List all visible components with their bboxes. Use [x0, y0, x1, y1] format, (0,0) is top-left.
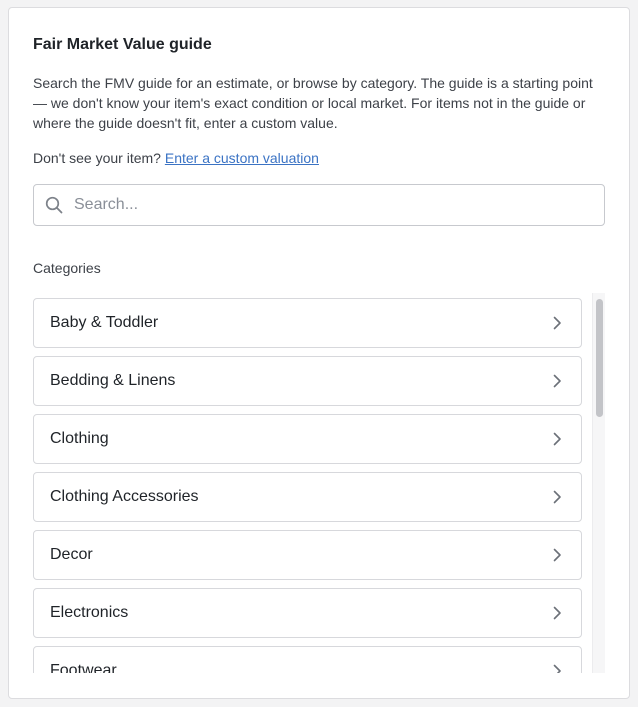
search-icon [34, 185, 74, 225]
chevron-right-icon [549, 489, 565, 505]
category-label: Baby & Toddler [50, 314, 159, 331]
categories-heading: Categories [33, 260, 101, 276]
search-box[interactable] [33, 184, 605, 226]
category-label: Footwear [50, 662, 117, 673]
category-label: Electronics [50, 604, 129, 621]
category-item-baby-toddler[interactable]: Baby & Toddler [33, 298, 582, 348]
enter-custom-valuation-link[interactable]: Enter a custom valuation [165, 150, 319, 166]
category-item-clothing-accessories[interactable]: Clothing Accessories [33, 472, 582, 522]
custom-prompt: Don't see your item? [33, 150, 161, 166]
scrollbar-thumb[interactable] [596, 299, 603, 417]
custom-valuation-line: Don't see your item? Enter a custom valu… [33, 150, 319, 166]
chevron-right-icon [549, 605, 565, 621]
category-list-items: Baby & Toddler Bedding & Linens Clothing… [33, 298, 582, 673]
chevron-right-icon [549, 547, 565, 563]
category-item-electronics[interactable]: Electronics [33, 588, 582, 638]
category-label: Clothing [50, 430, 109, 447]
page-title: Fair Market Value guide [33, 36, 212, 53]
guide-description: Search the FMV guide for an estimate, or… [33, 75, 593, 131]
category-label: Decor [50, 546, 93, 563]
category-item-footwear[interactable]: Footwear [33, 646, 582, 673]
category-item-decor[interactable]: Decor [33, 530, 582, 580]
category-item-clothing[interactable]: Clothing [33, 414, 582, 464]
chevron-right-icon [549, 373, 565, 389]
search-input[interactable] [74, 186, 594, 224]
scrollbar[interactable] [592, 293, 605, 673]
category-label: Bedding & Linens [50, 372, 176, 389]
chevron-right-icon [549, 431, 565, 447]
chevron-right-icon [549, 663, 565, 673]
category-list: Baby & Toddler Bedding & Linens Clothing… [33, 293, 607, 673]
category-item-bedding-linens[interactable]: Bedding & Linens [33, 356, 582, 406]
category-label: Clothing Accessories [50, 488, 199, 505]
fmv-guide-panel: Fair Market Value guide Search the FMV g… [8, 7, 630, 699]
chevron-right-icon [549, 315, 565, 331]
